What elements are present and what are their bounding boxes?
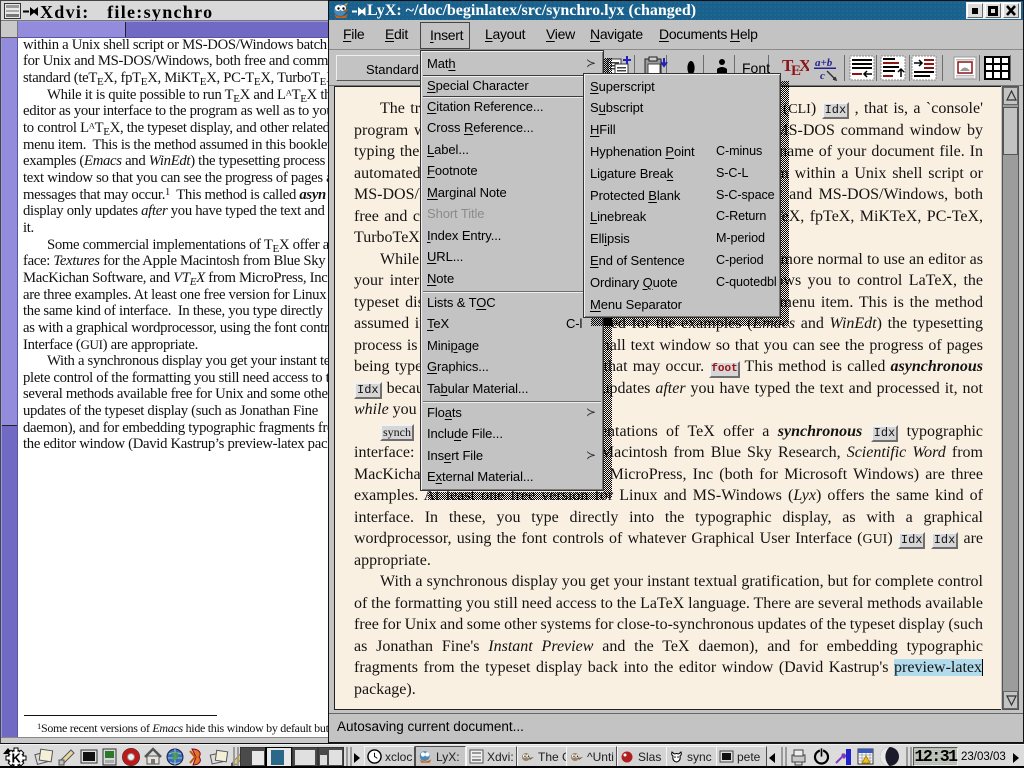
svg-text:a+b: a+b <box>815 57 833 69</box>
svg-text:X: X <box>799 56 809 75</box>
svg-text:c: c <box>820 70 825 82</box>
svg-text:K: K <box>12 751 22 766</box>
